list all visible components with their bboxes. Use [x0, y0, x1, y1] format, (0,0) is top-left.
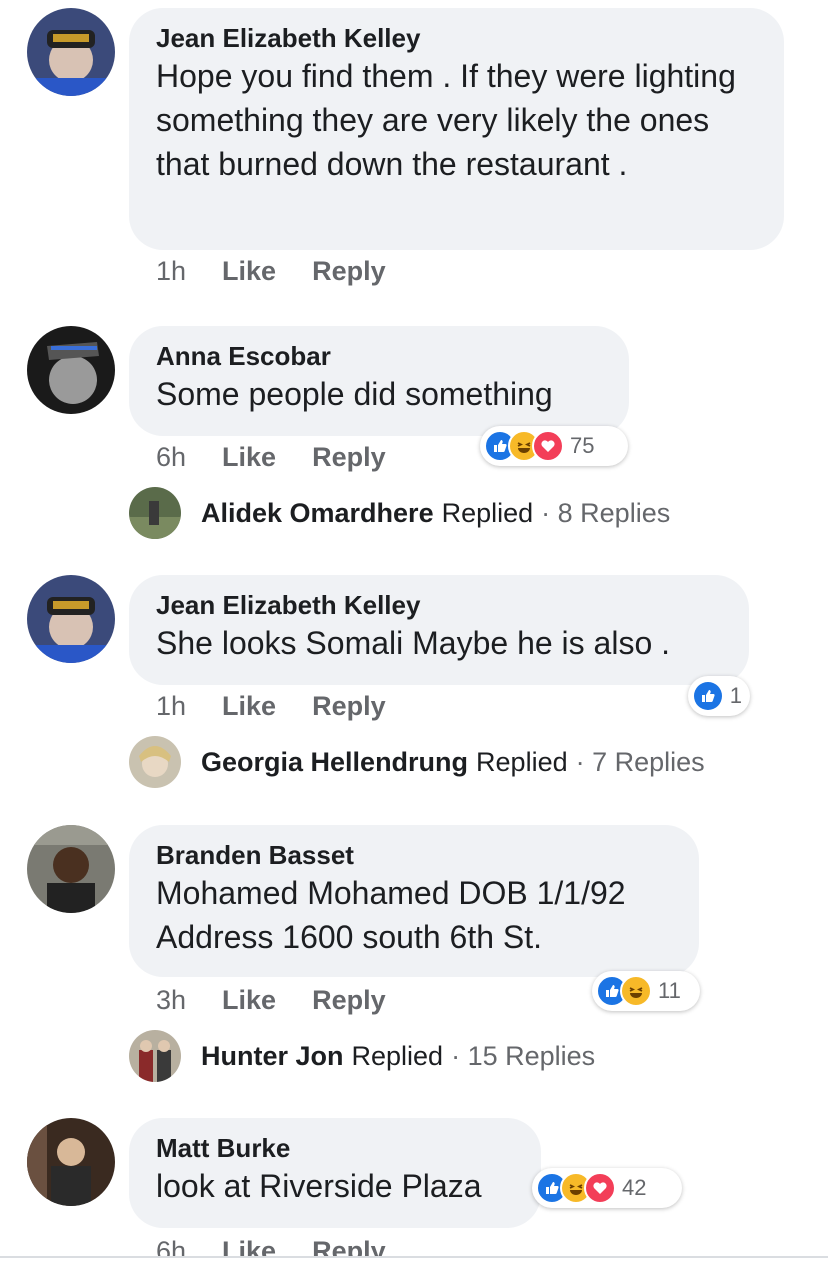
replies-link[interactable]: Georgia Hellendrung Replied · 7 Replies — [129, 735, 705, 789]
haha-reaction-icon — [620, 975, 652, 1007]
reaction-summary[interactable]: 75 — [480, 426, 628, 466]
reply-avatar — [129, 1030, 181, 1082]
reply-button[interactable]: Reply — [312, 691, 386, 721]
like-button[interactable]: Like — [222, 691, 276, 721]
comment-time[interactable]: 1h — [156, 691, 186, 721]
comment-bubble: Anna Escobar Some people did something — [129, 326, 629, 436]
reply-verb: Replied — [351, 1040, 444, 1071]
comment-bubble: Branden Basset Mohamed Mohamed DOB 1/1/9… — [129, 825, 699, 977]
comment-author[interactable]: Matt Burke — [156, 1132, 515, 1164]
comment-bubble: Jean Elizabeth Kelley She looks Somali M… — [129, 575, 749, 685]
comment-text: Some people did something — [156, 376, 553, 412]
comment-author[interactable]: Jean Elizabeth Kelley — [156, 22, 758, 54]
reaction-count: 42 — [622, 1175, 647, 1200]
comment-actions: 6h Like Reply — [156, 442, 422, 473]
comment-time[interactable]: 3h — [156, 985, 186, 1015]
comment-text: look at Riverside Plaza — [156, 1168, 482, 1204]
reply-button[interactable]: Reply — [312, 256, 386, 286]
comment-actions: 1h Like Reply — [156, 691, 422, 722]
reply-button[interactable]: Reply — [312, 442, 386, 472]
comment-actions: 3h Like Reply — [156, 985, 422, 1016]
reply-verb: Replied — [441, 497, 534, 528]
reply-button[interactable]: Reply — [312, 985, 386, 1015]
comment-author[interactable]: Anna Escobar — [156, 340, 603, 372]
comment-author[interactable]: Jean Elizabeth Kelley — [156, 589, 723, 621]
reaction-count: 11 — [658, 978, 681, 1003]
avatar[interactable] — [27, 575, 115, 663]
avatar[interactable] — [27, 825, 115, 913]
comment-bubble: Matt Burke look at Riverside Plaza — [129, 1118, 541, 1228]
avatar[interactable] — [27, 8, 115, 96]
love-reaction-icon — [584, 1172, 616, 1204]
reaction-count: 1 — [729, 683, 742, 708]
reaction-summary[interactable]: 11 — [592, 971, 700, 1011]
reaction-count: 75 — [570, 433, 595, 458]
reply-count: · 8 Replies — [541, 497, 671, 528]
reaction-summary[interactable]: 1 — [688, 676, 750, 716]
reply-count: · 15 Replies — [451, 1040, 596, 1071]
comment-bubble: Jean Elizabeth Kelley Hope you find them… — [129, 8, 784, 250]
avatar[interactable] — [27, 1118, 115, 1206]
reply-count: · 7 Replies — [575, 746, 705, 777]
replies-link[interactable]: Hunter Jon Replied · 15 Replies — [129, 1029, 595, 1083]
comment-time[interactable]: 6h — [156, 442, 186, 472]
like-button[interactable]: Like — [222, 256, 276, 286]
comment-time[interactable]: 1h — [156, 256, 186, 286]
reaction-summary[interactable]: 42 — [532, 1168, 682, 1208]
reply-avatar — [129, 736, 181, 788]
like-button[interactable]: Like — [222, 985, 276, 1015]
comment-text: Mohamed Mohamed DOB 1/1/92 Address 1600 … — [156, 875, 626, 955]
comment-text: She looks Somali Maybe he is also . — [156, 625, 671, 661]
avatar[interactable] — [27, 326, 115, 414]
reply-author: Hunter Jon — [201, 1040, 344, 1071]
comment-actions: 1h Like Reply — [156, 256, 422, 287]
reply-avatar — [129, 487, 181, 539]
like-button[interactable]: Like — [222, 442, 276, 472]
comment-text: Hope you find them . If they were lighti… — [156, 58, 736, 182]
love-reaction-icon — [532, 430, 564, 462]
replies-link[interactable]: Alidek Omardhere Replied · 8 Replies — [129, 486, 670, 540]
reply-verb: Replied — [476, 746, 568, 777]
bottom-divider — [0, 1256, 828, 1268]
like-reaction-icon — [692, 680, 724, 712]
comment-author[interactable]: Branden Basset — [156, 839, 673, 871]
reply-author: Georgia Hellendrung — [201, 746, 469, 777]
reply-author: Alidek Omardhere — [201, 497, 434, 528]
